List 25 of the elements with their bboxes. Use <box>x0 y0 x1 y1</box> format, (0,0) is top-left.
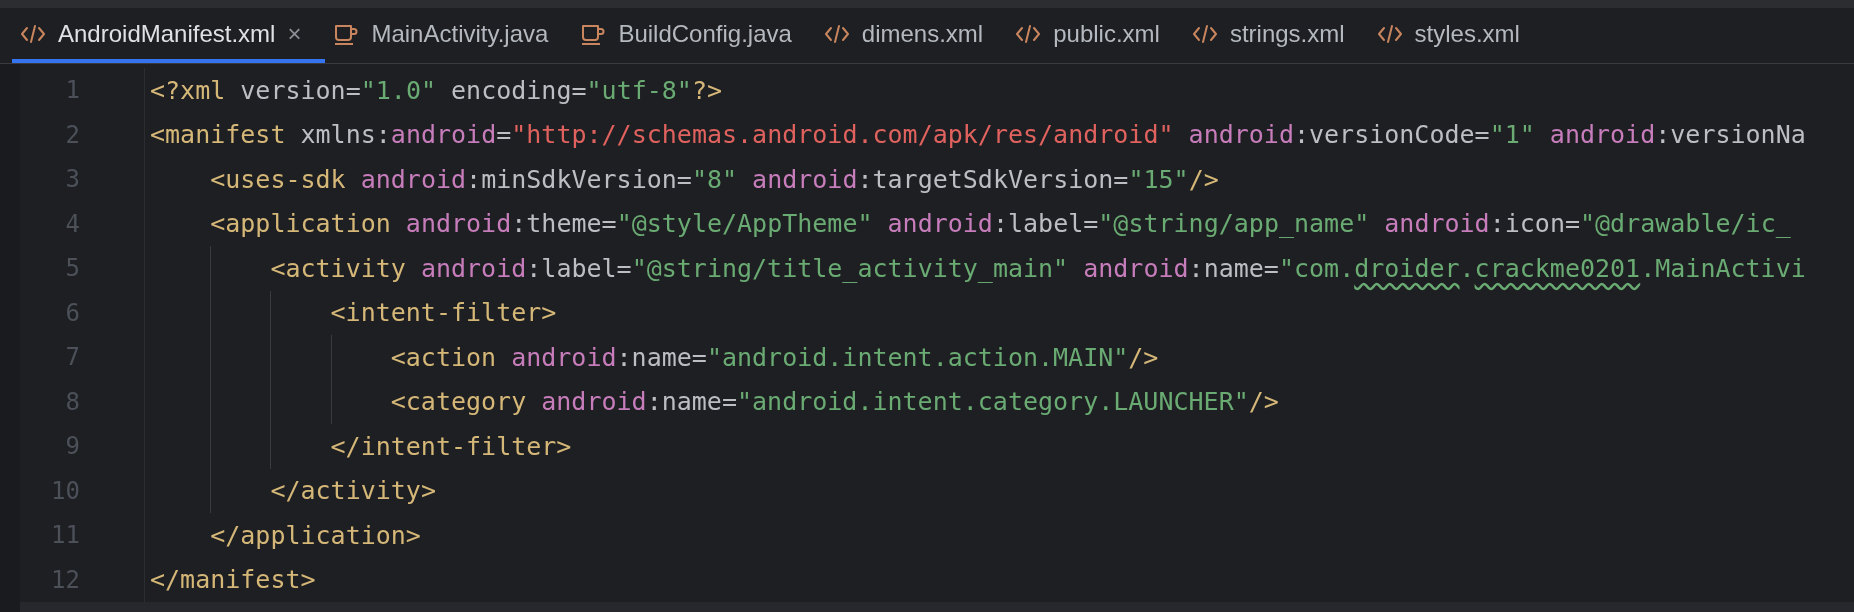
code-line: <manifest xmlns:android="http://schemas.android.com/apk/res/android" android:versionCode="1" android:versionNa <box>150 119 1806 151</box>
editor-tab[interactable]: BuildConfig.java <box>572 8 816 63</box>
code-line: </application> <box>210 519 421 552</box>
editor-tab[interactable]: MainActivity.java <box>325 8 573 63</box>
code-line: </intent-filter> <box>330 430 572 463</box>
code-icon <box>1191 22 1218 45</box>
code-icon <box>1015 22 1042 45</box>
code-line: </activity> <box>270 475 436 507</box>
editor-tab[interactable]: public.xml <box>1007 8 1184 63</box>
code-line: <?xml version="1.0" encoding="utf-8"?> <box>150 74 722 107</box>
editor-tab[interactable]: dimens.xml <box>815 8 1008 63</box>
code-line: </manifest> <box>150 564 316 596</box>
code-line: <application android:theme="@style/AppTheme" android:label="@string/app_name" android:icon="@drawable/ic_ <box>210 208 1791 240</box>
editor-tab[interactable]: AndroidManifest.xml × <box>12 8 326 63</box>
code-line: <activity android:label="@string/title_activity_main" android:name="com.droider.crackme0201.MainActivi <box>270 252 1806 285</box>
code-icon <box>1376 22 1403 45</box>
code-line: <action android:name="android.intent.action.MAIN"/> <box>390 341 1159 374</box>
code-icon <box>823 22 850 45</box>
code-line: <uses-sdk android:minSdkVersion="8" android:targetSdkVersion="15"/> <box>210 163 1219 196</box>
close-icon[interactable]: × <box>287 21 302 46</box>
editor-tab[interactable]: styles.xml <box>1368 8 1544 63</box>
editor-tab[interactable]: strings.xml <box>1183 8 1369 63</box>
code-line: <intent-filter> <box>330 297 557 329</box>
code-icon <box>20 22 46 45</box>
code-line: <category android:name="android.intent.category.LAUNCHER"/> <box>390 386 1279 418</box>
